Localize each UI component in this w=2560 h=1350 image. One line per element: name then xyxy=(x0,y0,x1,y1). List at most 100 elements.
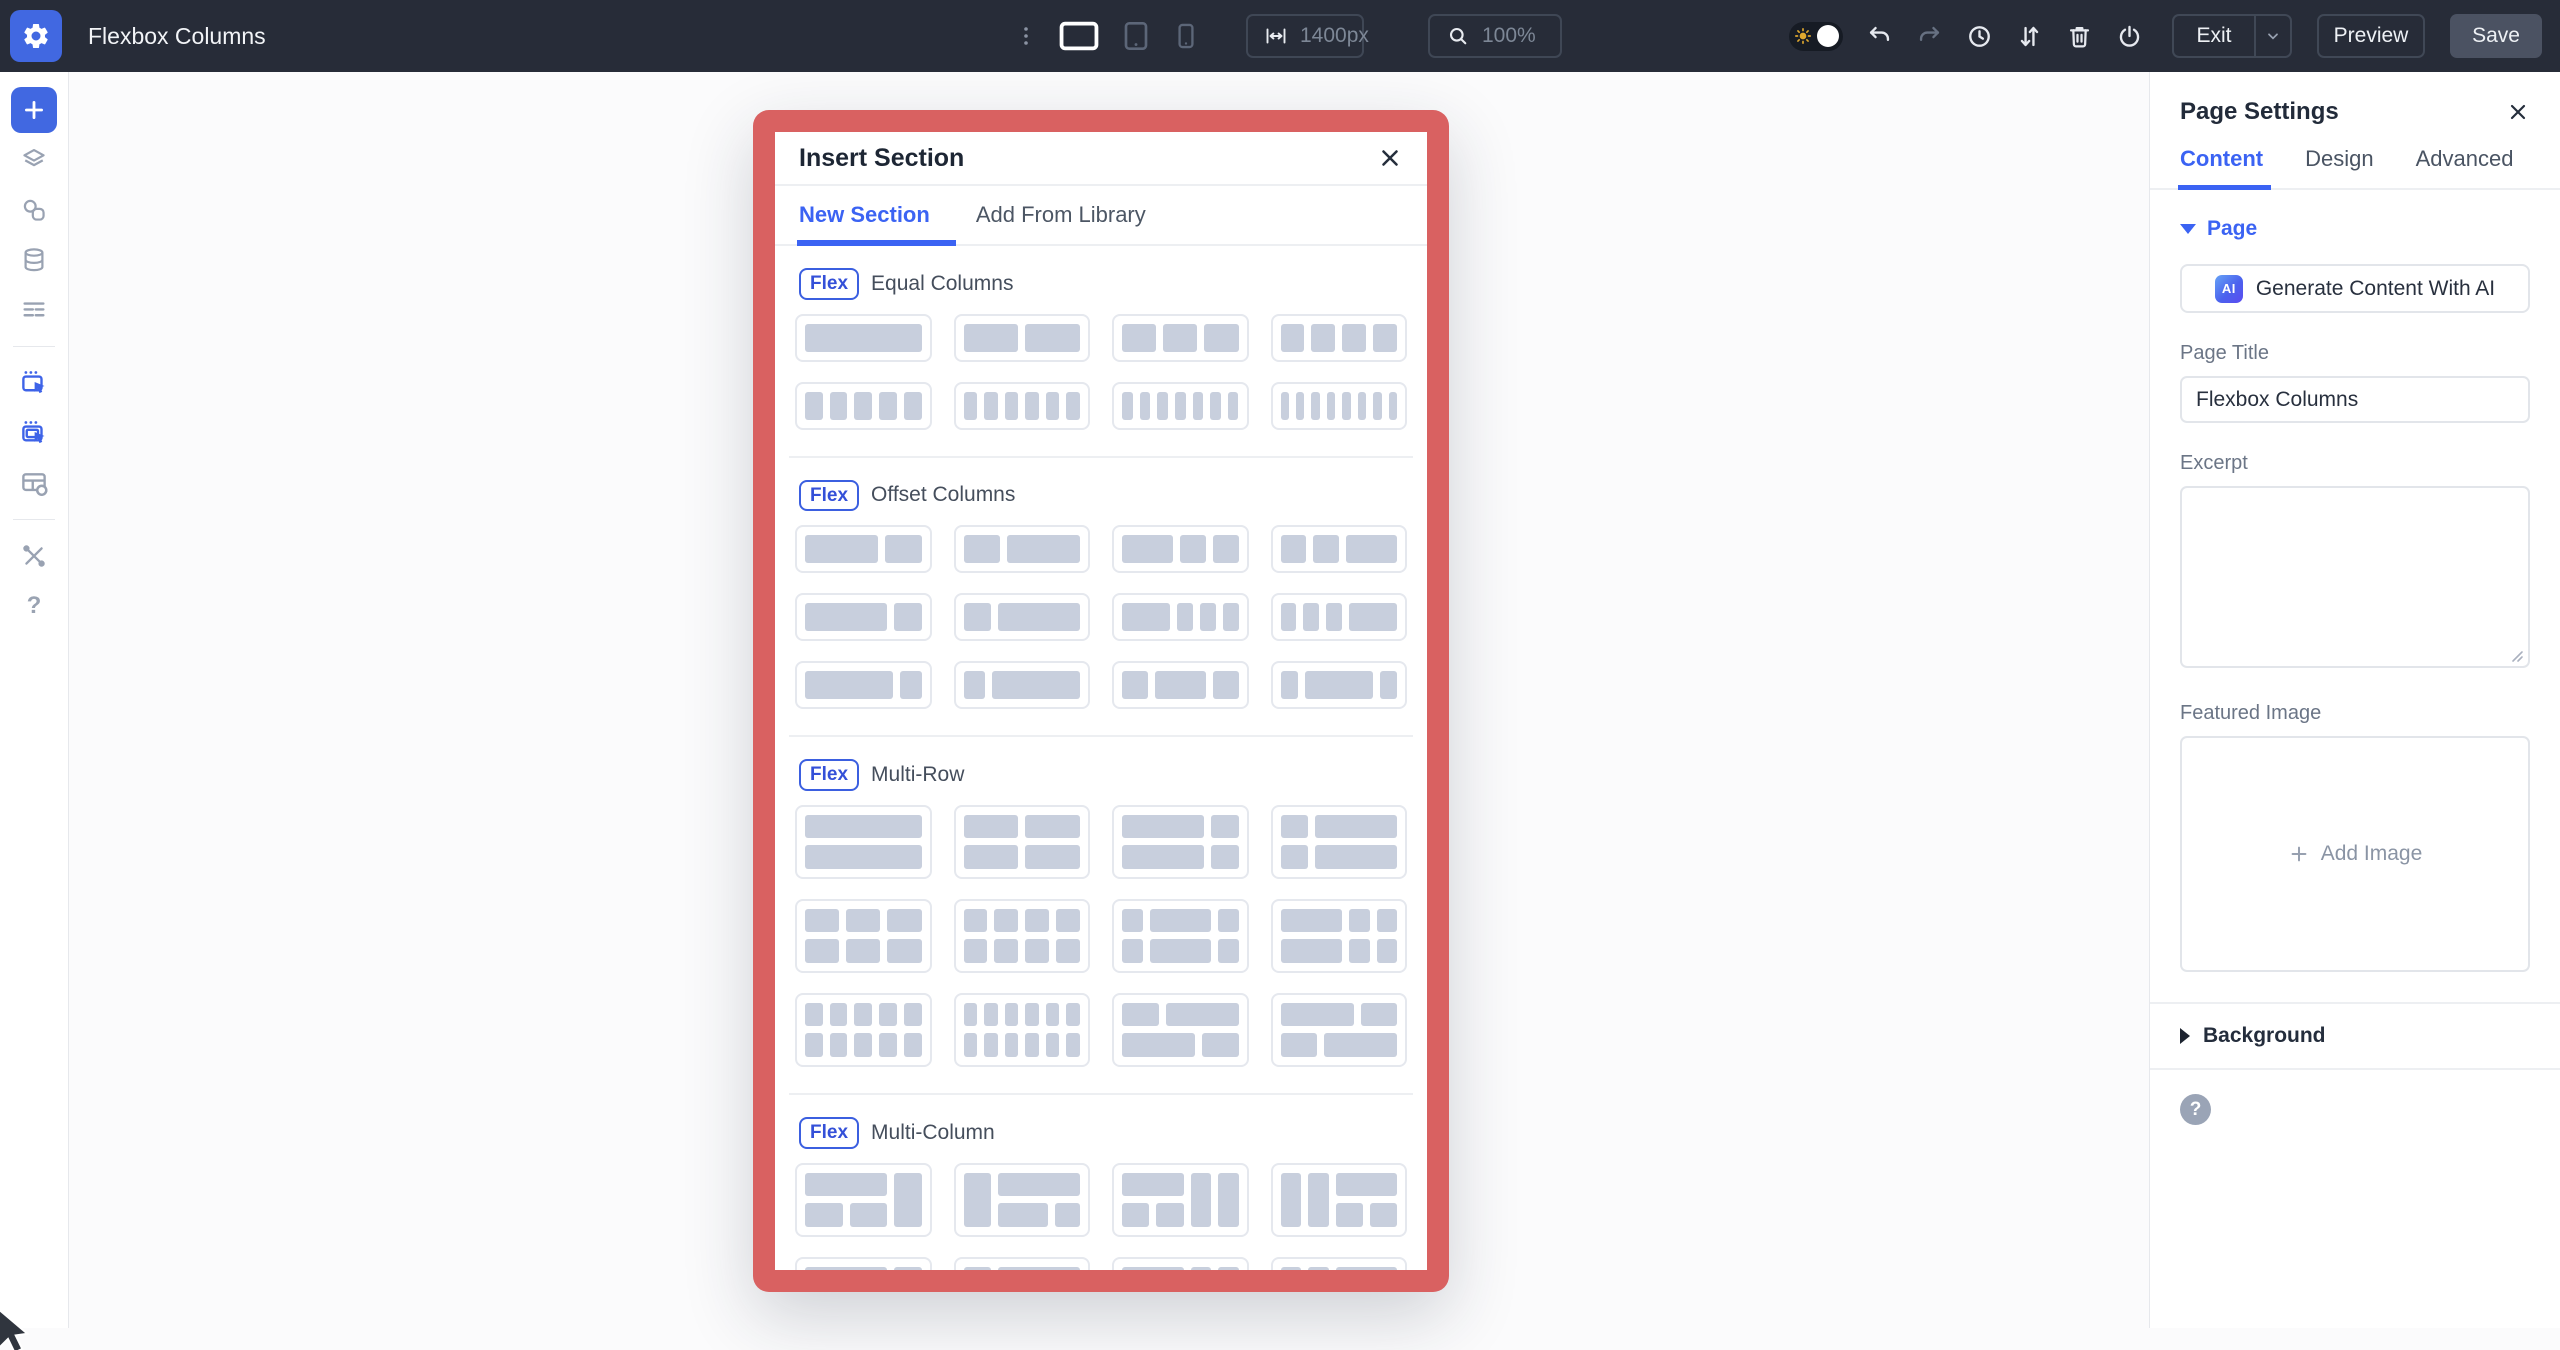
layout-thumb[interactable] xyxy=(795,661,932,709)
sidebar-divider xyxy=(13,346,55,347)
layout-thumb[interactable] xyxy=(954,899,1091,973)
generate-content-ai-button[interactable]: AI Generate Content With AI xyxy=(2180,264,2530,313)
layout-thumb[interactable] xyxy=(1112,899,1249,973)
sort-order-button[interactable] xyxy=(2016,23,2043,50)
layout-thumb[interactable] xyxy=(1271,382,1408,430)
layout-thumb[interactable] xyxy=(795,314,932,362)
layout-thumb[interactable] xyxy=(954,593,1091,641)
preview-button[interactable]: Preview xyxy=(2317,14,2425,58)
background-section-toggle[interactable]: Background xyxy=(2180,1004,2530,1068)
layout-thumb[interactable] xyxy=(795,899,932,973)
layout-thumb[interactable] xyxy=(1112,661,1249,709)
tab-add-from-library[interactable]: Add From Library xyxy=(976,186,1146,244)
group-title: Multi-Row xyxy=(871,763,964,787)
group-title: Offset Columns xyxy=(871,483,1015,507)
group-header: FlexMulti-Column xyxy=(799,1117,1403,1149)
builder-settings-button[interactable] xyxy=(10,10,62,62)
device-tablet-button[interactable] xyxy=(1120,19,1152,53)
save-button[interactable]: Save xyxy=(2450,14,2542,58)
layout-thumb[interactable] xyxy=(795,593,932,641)
caret-right-icon xyxy=(2180,1028,2190,1044)
layout-thumb[interactable] xyxy=(954,382,1091,430)
trash-icon xyxy=(2066,23,2093,50)
layout-thumb[interactable] xyxy=(795,805,932,879)
add-image-dropzone[interactable]: Add Image xyxy=(2180,736,2530,972)
clock-icon xyxy=(1966,23,1993,50)
power-button[interactable] xyxy=(2116,23,2143,50)
zoom-icon xyxy=(1446,24,1470,48)
layout-thumb[interactable] xyxy=(1271,525,1408,573)
layout-thumb[interactable] xyxy=(795,993,932,1067)
ai-icon: AI xyxy=(2215,275,2243,303)
sidebar-item-add-element[interactable] xyxy=(11,87,57,133)
delete-button[interactable] xyxy=(2066,23,2093,50)
layout-thumb[interactable] xyxy=(795,525,932,573)
layout-thumb[interactable] xyxy=(1112,993,1249,1067)
layout-thumb[interactable] xyxy=(1271,993,1408,1067)
device-mobile-button[interactable] xyxy=(1172,20,1200,52)
tab-content[interactable]: Content xyxy=(2180,146,2263,188)
layout-thumb[interactable] xyxy=(795,1257,932,1270)
layout-thumb[interactable] xyxy=(1112,593,1249,641)
history-button[interactable] xyxy=(1966,23,1993,50)
panel-tabs: Content Design Advanced xyxy=(2150,146,2560,190)
layout-thumb[interactable] xyxy=(954,525,1091,573)
featured-image-label: Featured Image xyxy=(2180,702,2530,725)
layout-thumb[interactable] xyxy=(1112,314,1249,362)
layout-thumb[interactable] xyxy=(954,314,1091,362)
layout-thumb[interactable] xyxy=(954,993,1091,1067)
layout-thumb[interactable] xyxy=(1271,899,1408,973)
sidebar-item-help[interactable]: ? xyxy=(11,583,57,629)
theme-toggle[interactable] xyxy=(1789,22,1843,51)
resize-grip-icon[interactable] xyxy=(2510,649,2524,663)
layout-thumb[interactable] xyxy=(1112,525,1249,573)
sidebar-item-insert-section[interactable] xyxy=(11,360,57,406)
device-desktop-button[interactable] xyxy=(1058,20,1100,52)
excerpt-textarea[interactable] xyxy=(2180,486,2530,668)
undo-button[interactable] xyxy=(1866,23,1893,50)
layout-thumb[interactable] xyxy=(1271,1257,1408,1270)
zoom-field[interactable]: 100% xyxy=(1428,14,1562,58)
group-title: Equal Columns xyxy=(871,272,1013,296)
more-options-icon[interactable] xyxy=(1014,24,1038,48)
layout-thumb[interactable] xyxy=(954,661,1091,709)
redo-button[interactable] xyxy=(1916,23,1943,50)
tab-new-section[interactable]: New Section xyxy=(799,186,930,244)
layout-thumb[interactable] xyxy=(795,382,932,430)
close-icon[interactable] xyxy=(1377,145,1403,171)
sidebar-item-layers[interactable] xyxy=(11,137,57,183)
sidebar-item-global-blocks[interactable] xyxy=(11,460,57,506)
layout-thumb[interactable] xyxy=(1271,593,1408,641)
sidebar-item-tools[interactable] xyxy=(11,533,57,579)
sidebar-item-insert-section-alt[interactable] xyxy=(11,410,57,456)
tab-advanced[interactable]: Advanced xyxy=(2416,146,2514,188)
layout-thumb[interactable] xyxy=(1112,805,1249,879)
page-title-input[interactable] xyxy=(2180,376,2530,423)
help-badge[interactable]: ? xyxy=(2180,1094,2211,1125)
layout-thumb[interactable] xyxy=(1271,661,1408,709)
layout-thumb[interactable] xyxy=(1112,1163,1249,1237)
layout-thumb-grid xyxy=(795,525,1407,709)
layout-thumb[interactable] xyxy=(1112,1257,1249,1270)
layout-thumb[interactable] xyxy=(954,1257,1091,1270)
layout-thumb[interactable] xyxy=(954,805,1091,879)
sidebar-item-design-library[interactable] xyxy=(11,187,57,233)
layout-thumb[interactable] xyxy=(795,1163,932,1237)
layout-thumb[interactable] xyxy=(954,1163,1091,1237)
sun-icon xyxy=(1793,26,1813,46)
panel-close-icon[interactable] xyxy=(2506,100,2530,124)
layout-thumb[interactable] xyxy=(1271,1163,1408,1237)
layout-thumb[interactable] xyxy=(1271,805,1408,879)
exit-dropdown-button[interactable] xyxy=(2254,14,2292,58)
toolbar-right: Exit Preview Save xyxy=(1789,0,2542,72)
canvas-width-field[interactable]: 1400px xyxy=(1246,14,1364,58)
gear-icon xyxy=(21,21,51,51)
sidebar-item-structure[interactable] xyxy=(11,287,57,333)
page-section-toggle[interactable]: Page xyxy=(2180,217,2530,241)
modal-inner: Insert Section New Section Add From Libr… xyxy=(775,132,1427,1270)
exit-button[interactable]: Exit xyxy=(2172,14,2254,58)
tab-design[interactable]: Design xyxy=(2305,146,2373,188)
layout-thumb[interactable] xyxy=(1271,314,1408,362)
layout-thumb[interactable] xyxy=(1112,382,1249,430)
sidebar-item-dynamic-data[interactable] xyxy=(11,237,57,283)
